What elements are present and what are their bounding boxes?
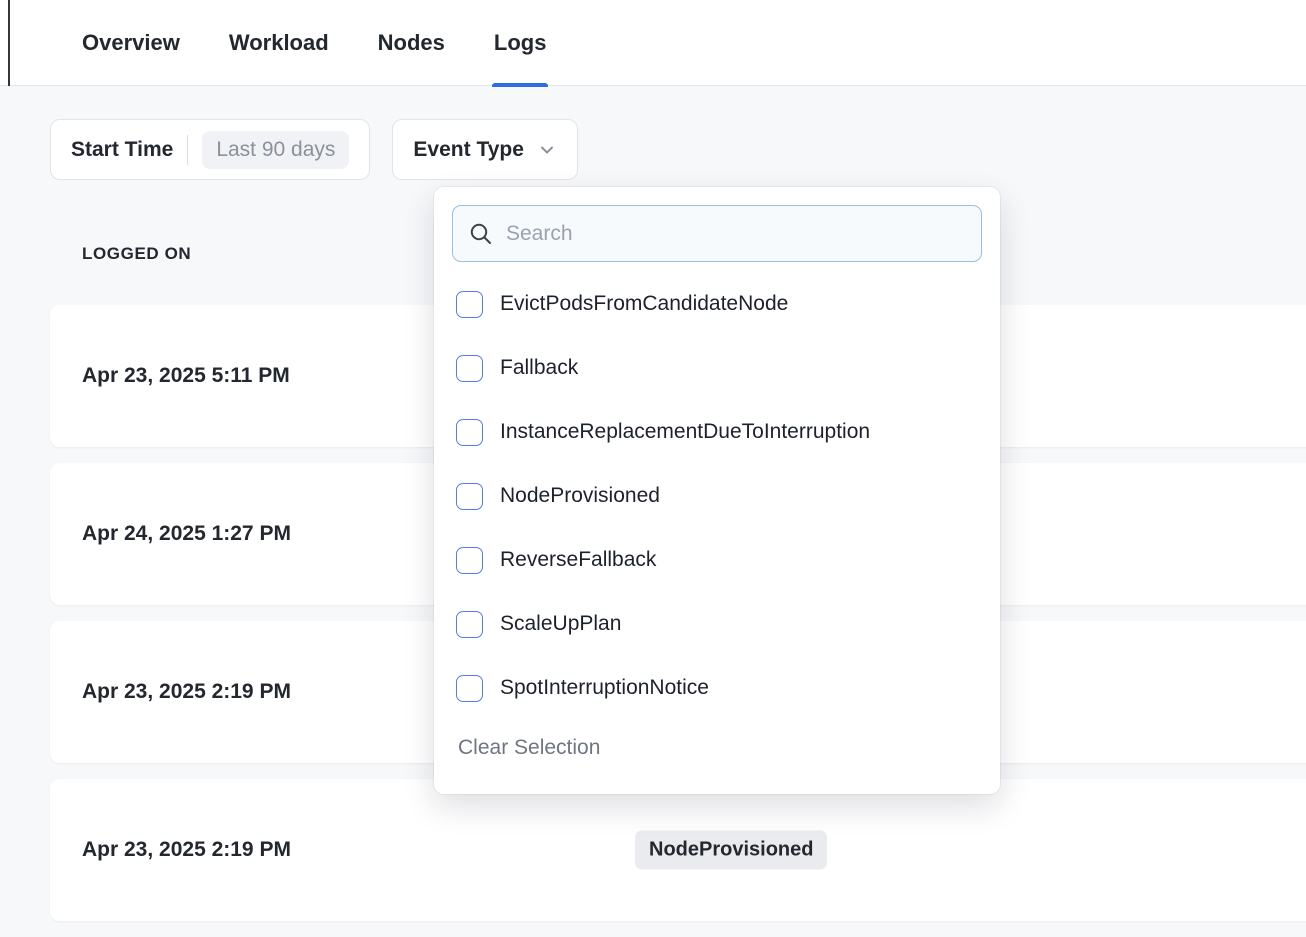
logged-on-value: Apr 23, 2025 2:19 PM [82,680,291,704]
option-instancereplacementduetointerruption[interactable]: InstanceReplacementDueToInterruption [452,400,982,464]
event-type-filter-button[interactable]: Event Type [392,119,577,180]
tab-nodes[interactable]: Nodes [378,0,445,86]
chevron-down-icon [537,140,557,160]
checkbox-icon[interactable] [456,483,483,510]
tab-logs[interactable]: Logs [494,0,547,86]
start-time-value-pill: Last 90 days [202,131,349,169]
table-row[interactable]: Apr 23, 2025 2:19 PM NodeProvisioned [50,779,1306,921]
search-icon [468,221,494,247]
logged-on-value: Apr 23, 2025 2:19 PM [82,838,291,862]
event-type-label: Event Type [413,138,523,162]
start-time-label: Start Time [71,138,173,162]
option-evictpodsfromcandidatenode[interactable]: EvictPodsFromCandidateNode [452,272,982,336]
checkbox-icon[interactable] [456,547,483,574]
option-label: ScaleUpPlan [500,612,621,636]
logged-on-value: Apr 23, 2025 5:11 PM [82,364,290,388]
tab-overview[interactable]: Overview [82,0,180,86]
tab-bar: Overview Workload Nodes Logs [0,0,1306,86]
option-spotinterruptionnotice[interactable]: SpotInterruptionNotice [452,656,982,720]
logged-on-value: Apr 24, 2025 1:27 PM [82,522,291,546]
checkbox-icon[interactable] [456,419,483,446]
clear-selection-link[interactable]: Clear Selection [452,720,606,760]
checkbox-icon[interactable] [456,611,483,638]
dropdown-search-box[interactable] [452,205,982,262]
event-type-dropdown-panel: EvictPodsFromCandidateNode Fallback Inst… [434,187,1000,794]
table-header-row: LOGGED ON [82,244,191,264]
option-label: NodeProvisioned [500,484,660,508]
search-input[interactable] [506,222,966,246]
checkbox-icon[interactable] [456,355,483,382]
checkbox-icon[interactable] [456,675,483,702]
option-scaleupplan[interactable]: ScaleUpPlan [452,592,982,656]
tab-workload[interactable]: Workload [229,0,329,86]
option-label: InstanceReplacementDueToInterruption [500,420,870,444]
filter-separator [187,135,188,165]
checkbox-icon[interactable] [456,291,483,318]
left-edge-divider [8,0,10,86]
option-reversefallback[interactable]: ReverseFallback [452,528,982,592]
logged-on-column-header: LOGGED ON [82,244,191,263]
option-fallback[interactable]: Fallback [452,336,982,400]
option-nodeprovisioned[interactable]: NodeProvisioned [452,464,982,528]
filter-bar: Start Time Last 90 days Event Type [50,119,578,180]
event-type-badge: NodeProvisioned [635,831,827,870]
option-label: SpotInterruptionNotice [500,676,709,700]
option-label: EvictPodsFromCandidateNode [500,292,788,316]
start-time-filter-button[interactable]: Start Time Last 90 days [50,119,370,180]
option-label: ReverseFallback [500,548,656,572]
option-label: Fallback [500,356,578,380]
